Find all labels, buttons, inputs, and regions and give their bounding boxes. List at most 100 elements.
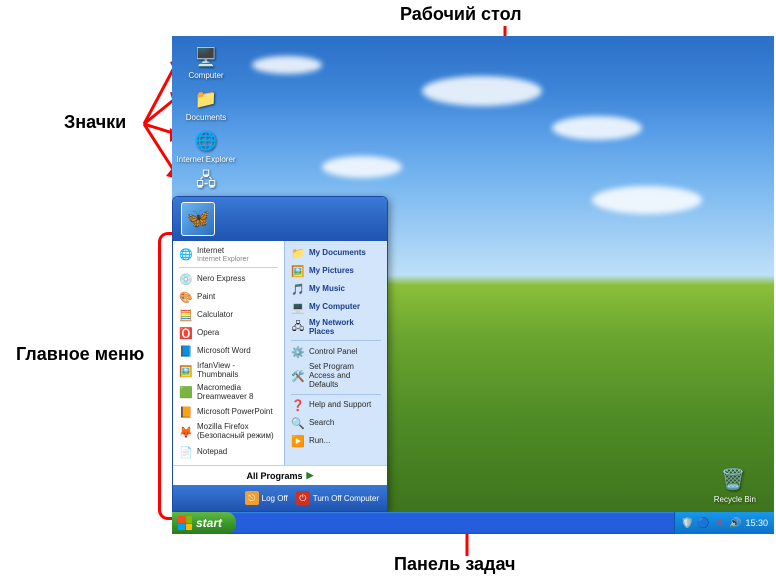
- computer-icon: 🖥️: [193, 44, 219, 70]
- start-menu-item-label: Microsoft Word: [197, 347, 251, 356]
- start-menu-item-label: Opera: [197, 329, 219, 338]
- separator: [291, 340, 381, 341]
- tray-icon[interactable]: K: [713, 517, 725, 529]
- start-menu-item-opera[interactable]: 🅾️Opera: [175, 324, 282, 342]
- start-menu-item-search[interactable]: 🔍 Search: [287, 415, 385, 433]
- chevron-right-icon: ▶: [307, 470, 314, 481]
- start-menu-item-label: Microsoft PowerPoint: [197, 408, 273, 417]
- desktop-icon-label: Documents: [186, 113, 226, 122]
- dreamweaver-icon: 🟩: [179, 386, 193, 400]
- recycle-bin-label: Recycle Bin: [714, 495, 756, 504]
- start-menu-item-run[interactable]: ▶️Run...: [287, 433, 385, 451]
- start-menu-footer: ⎋ Log Off ⏻ Turn Off Computer: [173, 485, 387, 511]
- cloud-decoration: [552, 116, 642, 140]
- start-menu-item-label: My Music: [309, 285, 345, 294]
- cloud-decoration: [592, 186, 702, 214]
- help-support-icon: ❓: [291, 399, 305, 413]
- taskbar: start 🛡️ 🔵 K 🔊 15:30: [172, 512, 774, 534]
- recycle-bin-icon: 🗑️: [721, 467, 749, 495]
- start-menu-item-label: IrfanView - Thumbnails: [197, 362, 278, 380]
- start-menu-item-notepad[interactable]: 📄 Notepad: [175, 443, 282, 461]
- microsoft-word-icon: 📘: [179, 344, 193, 358]
- start-menu-item-paint[interactable]: 🎨 Paint: [175, 288, 282, 306]
- clock[interactable]: 15:30: [745, 518, 768, 528]
- start-menu-item-my-music[interactable]: 🎵 My Music: [287, 281, 385, 299]
- separator: [291, 394, 381, 395]
- desktop-icon-documents[interactable]: 📁Documents: [176, 86, 236, 122]
- tray-icon[interactable]: 🔵: [697, 517, 709, 529]
- my-network-places-icon: 🖧: [193, 170, 219, 196]
- control-panel-icon: ⚙️: [291, 345, 305, 359]
- my-documents-icon: 📁: [291, 247, 305, 261]
- start-menu-right-pane: 📁My Documents 🖼️ My Pictures 🎵 My Music 💻 My C…: [284, 241, 387, 465]
- desktop-icon-label: Computer: [188, 71, 223, 80]
- annotation-icons: Значки: [64, 112, 126, 133]
- set-defaults-icon: 🛠️: [291, 370, 305, 384]
- start-menu-item-label: Notepad: [197, 448, 227, 457]
- annotation-start-menu: Главное меню: [16, 344, 144, 365]
- start-menu-item-set-defaults[interactable]: 🛠️ Set Program Access and Defaults: [287, 361, 385, 391]
- start-menu-item-microsoft-word[interactable]: 📘 Microsoft Word: [175, 342, 282, 360]
- start-menu-item-my-computer[interactable]: 💻 My Computer: [287, 299, 385, 317]
- turn-off-label: Turn Off Computer: [313, 494, 379, 503]
- all-programs-button[interactable]: All Programs ▶: [173, 465, 387, 485]
- start-menu-item-nero-express[interactable]: 💿 Nero Express: [175, 270, 282, 288]
- start-menu-item-label: Calculator: [197, 311, 233, 320]
- start-menu-item-internet[interactable]: 🌐InternetInternet Explorer: [175, 245, 282, 265]
- calculator-icon: 🧮: [179, 308, 193, 322]
- start-menu-item-label: My Network Places: [309, 319, 381, 337]
- start-menu: 🦋 🌐InternetInternet Explorer 💿 Nero Expres…: [172, 196, 388, 512]
- start-menu-item-firefox[interactable]: 🦊Mozilla Firefox (Безопасный режим): [175, 421, 282, 443]
- nero-express-icon: 💿: [179, 272, 193, 286]
- tray-icon[interactable]: 🔊: [729, 517, 741, 529]
- start-menu-item-dreamweaver[interactable]: 🟩 Macromedia Dreamweaver 8: [175, 382, 282, 404]
- start-menu-item-my-network-places[interactable]: 🖧 My Network Places: [287, 317, 385, 339]
- desktop[interactable]: 🖥️Computer📁Documents🌐Internet Explorer🖧M…: [172, 36, 774, 534]
- start-menu-item-label: Help and Support: [309, 401, 371, 410]
- recycle-bin[interactable]: 🗑️ Recycle Bin: [714, 467, 756, 504]
- cloud-decoration: [252, 56, 322, 74]
- start-menu-item-label: My Pictures: [309, 267, 354, 276]
- log-off-icon: ⎋: [245, 491, 259, 505]
- power-icon: ⏻: [296, 491, 310, 505]
- separator: [179, 267, 278, 268]
- paint-icon: 🎨: [179, 290, 193, 304]
- start-menu-item-label: Macromedia Dreamweaver 8: [197, 384, 278, 402]
- start-menu-item-label: Nero Express: [197, 275, 245, 284]
- start-menu-item-irfanview[interactable]: 🖼️IrfanView - Thumbnails: [175, 360, 282, 382]
- notepad-icon: 📄: [179, 445, 193, 459]
- desktop-icon-internet-explorer[interactable]: 🌐Internet Explorer: [176, 128, 236, 164]
- log-off-label: Log Off: [262, 494, 288, 503]
- start-menu-item-label: Paint: [197, 293, 215, 302]
- my-network-places-icon: 🖧: [291, 321, 305, 335]
- turn-off-button[interactable]: ⏻ Turn Off Computer: [296, 491, 379, 505]
- desktop-icon-computer[interactable]: 🖥️Computer: [176, 44, 236, 80]
- search-icon: 🔍: [291, 417, 305, 431]
- start-menu-item-label: Set Program Access and Defaults: [309, 363, 381, 389]
- start-button[interactable]: start: [172, 512, 236, 534]
- start-button-label: start: [196, 516, 222, 530]
- start-menu-item-label: My Computer: [309, 303, 360, 312]
- my-pictures-icon: 🖼️: [291, 265, 305, 279]
- start-menu-item-control-panel[interactable]: ⚙️Control Panel: [287, 343, 385, 361]
- user-avatar-icon: 🦋: [181, 202, 215, 236]
- start-menu-item-label: InternetInternet Explorer: [197, 247, 249, 263]
- start-menu-item-label: Search: [309, 419, 334, 428]
- my-music-icon: 🎵: [291, 283, 305, 297]
- run-icon: ▶️: [291, 435, 305, 449]
- start-menu-item-my-documents[interactable]: 📁My Documents: [287, 245, 385, 263]
- tray-icon[interactable]: 🛡️: [681, 517, 693, 529]
- brace-start-menu: [158, 232, 172, 520]
- all-programs-label: All Programs: [247, 471, 303, 481]
- system-tray[interactable]: 🛡️ 🔵 K 🔊 15:30: [674, 512, 774, 534]
- powerpoint-icon: 📙: [179, 405, 193, 419]
- start-menu-item-help-support[interactable]: ❓ Help and Support: [287, 397, 385, 415]
- my-computer-icon: 💻: [291, 301, 305, 315]
- documents-icon: 📁: [193, 86, 219, 112]
- log-off-button[interactable]: ⎋ Log Off: [245, 491, 288, 505]
- start-menu-item-my-pictures[interactable]: 🖼️ My Pictures: [287, 263, 385, 281]
- start-menu-item-calculator[interactable]: 🧮 Calculator: [175, 306, 282, 324]
- windows-logo-icon: [178, 516, 192, 530]
- firefox-icon: 🦊: [179, 425, 193, 439]
- start-menu-item-powerpoint[interactable]: 📙 Microsoft PowerPoint: [175, 403, 282, 421]
